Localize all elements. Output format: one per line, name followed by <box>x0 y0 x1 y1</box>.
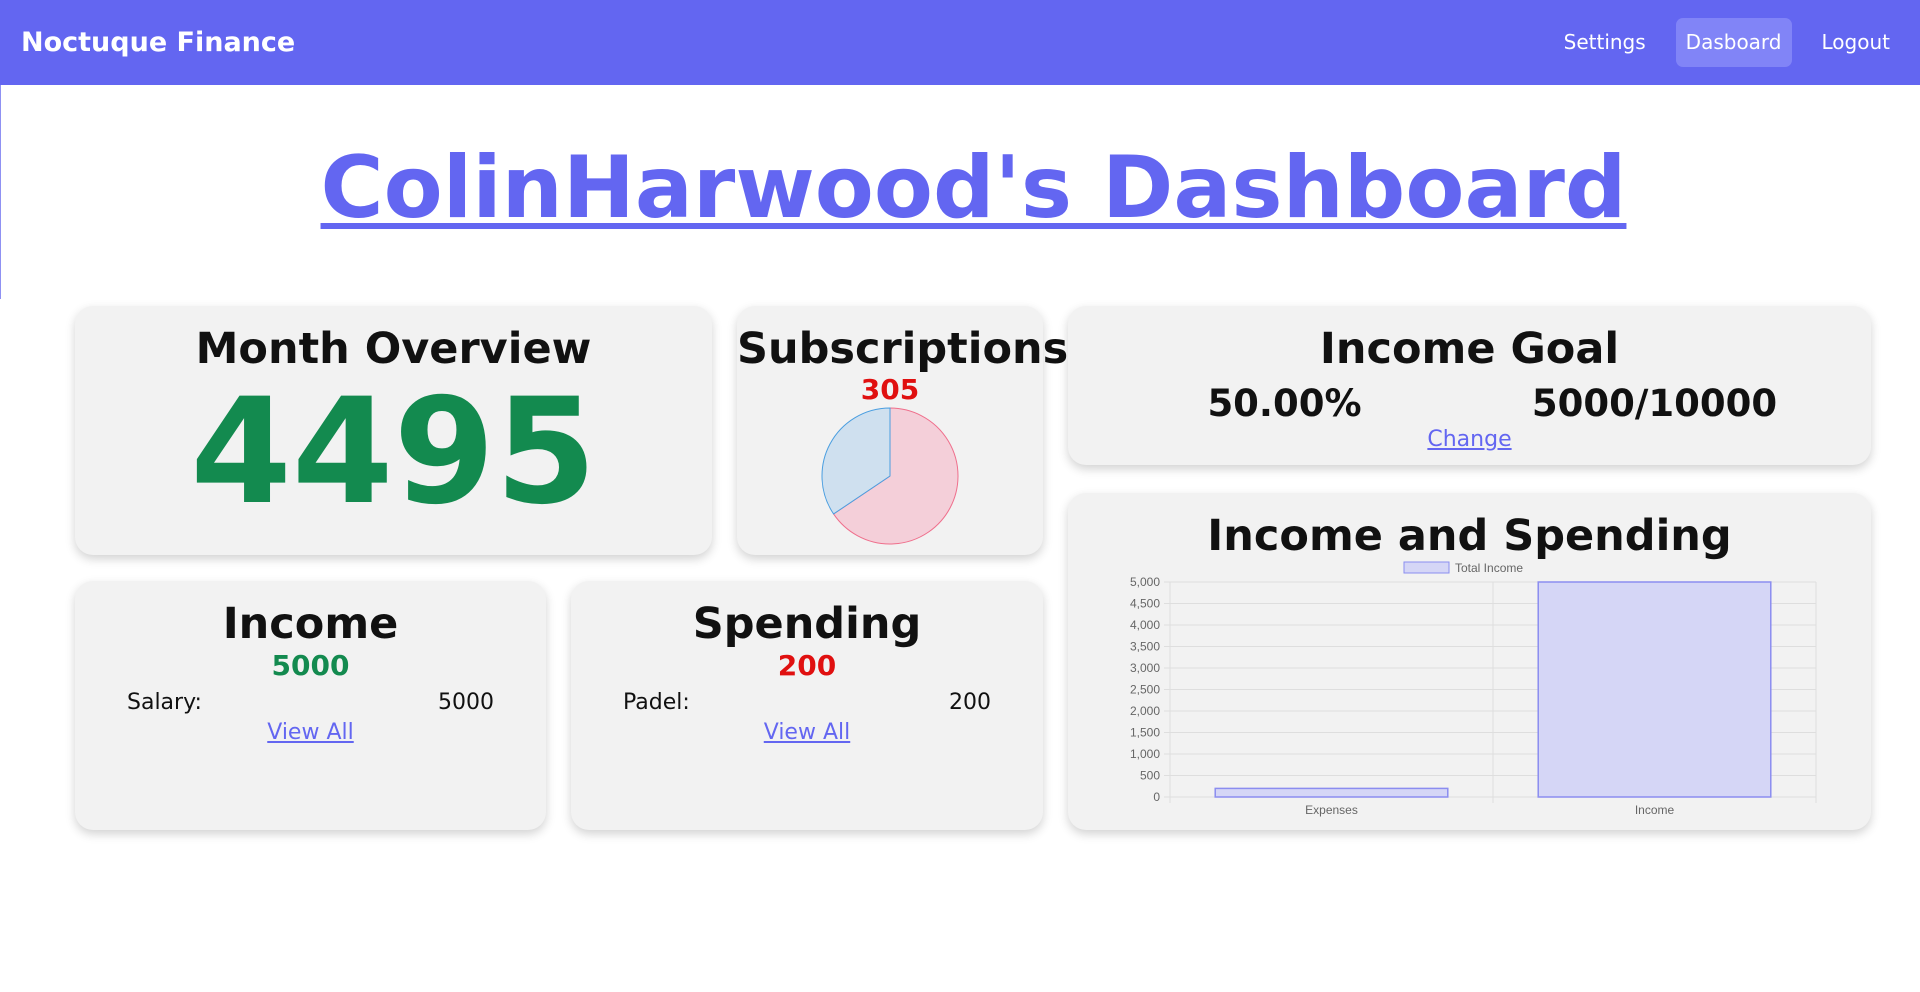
spending-view-all-link[interactable]: View All <box>764 720 850 745</box>
income-goal-progress: 5000/10000 <box>1531 382 1778 425</box>
income-goal-values: 50.00% 5000/10000 <box>1068 381 1871 427</box>
income-spending-bar-chart: Total Income 0 500 1,000 1,500 2,000 2,500 3,00… <box>1130 561 1817 817</box>
income-card: Income 5000 Salary: 5000 View All <box>75 581 546 830</box>
legend-swatch <box>1403 561 1450 574</box>
y-tick-label: 2,500 <box>1130 683 1160 697</box>
y-tick-label: 5,000 <box>1130 575 1160 589</box>
nav-logout-link[interactable]: Logout <box>1812 18 1900 67</box>
spending-item-label: Padel: <box>623 690 690 715</box>
page-title[interactable]: ColinHarwood's Dashboard <box>0 133 1920 243</box>
spending-item-row: Padel: 200 <box>571 688 1043 718</box>
spending-total: 200 <box>777 649 837 682</box>
nav-settings-link[interactable]: Settings <box>1554 18 1656 67</box>
subscriptions-pie-chart <box>821 407 959 545</box>
nav-links: Settings Dasboard Logout <box>1554 0 1920 85</box>
income-item-row: Salary: 5000 <box>75 688 546 718</box>
brand-logo-text[interactable]: Noctuque Finance <box>21 0 295 85</box>
income-title: Income <box>222 599 399 649</box>
income-total: 5000 <box>271 649 350 682</box>
spending-card: Spending 200 Padel: 200 View All <box>571 581 1043 830</box>
y-tick-label: 1,500 <box>1130 726 1160 740</box>
income-item-value: 5000 <box>438 690 494 715</box>
income-item-label: Salary: <box>127 690 202 715</box>
subscriptions-card: Subscriptions 305 <box>737 306 1069 555</box>
top-navbar: Noctuque Finance Settings Dasboard Logou… <box>0 0 1920 85</box>
y-tick-label: 4,500 <box>1130 597 1160 611</box>
spending-item-value: 200 <box>949 690 991 715</box>
income-view-all-link[interactable]: View All <box>267 720 353 745</box>
y-tick-label: 0 <box>1153 790 1160 804</box>
bar-income <box>1537 581 1772 798</box>
bar-expenses <box>1214 787 1449 798</box>
x-tick-label: Income <box>1635 803 1675 817</box>
nav-dashboard-link[interactable]: Dasboard <box>1675 18 1792 67</box>
y-tick-label: 3,000 <box>1130 661 1160 675</box>
y-tick-label: 1,000 <box>1130 747 1160 761</box>
subscriptions-title: Subscriptions <box>737 324 1069 374</box>
y-tick-label: 4,000 <box>1130 618 1160 632</box>
y-tick-label: 500 <box>1140 769 1160 783</box>
income-goal-title: Income Goal <box>1319 324 1620 374</box>
month-overview-card: Month Overview 4495 <box>75 306 712 555</box>
income-goal-card: Income Goal 50.00% 5000/10000 Change <box>1068 306 1871 465</box>
spending-title: Spending <box>692 599 922 649</box>
y-tick-label: 3,500 <box>1130 640 1160 654</box>
change-goal-link[interactable]: Change <box>1427 427 1511 452</box>
income-spending-card: Income and Spending Total Income 0 500 1,00… <box>1068 493 1871 830</box>
subscriptions-total: 305 <box>860 373 920 406</box>
income-goal-percent: 50.00% <box>1207 382 1362 425</box>
x-tick-label: Expenses <box>1305 803 1358 817</box>
chart-legend: Total Income <box>1403 561 1523 575</box>
month-overview-value: 4495 <box>190 367 597 537</box>
legend-label: Total Income <box>1455 561 1523 575</box>
y-tick-label: 2,000 <box>1130 704 1160 718</box>
